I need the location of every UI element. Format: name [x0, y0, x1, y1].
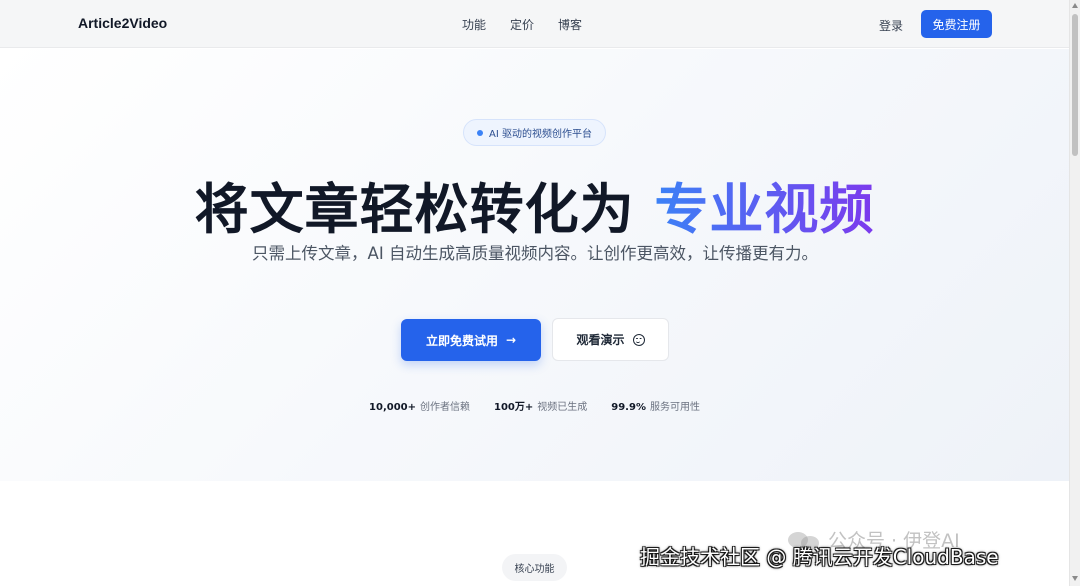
- page: Article2Video 功能 定价 博客 登录 免费注册 AI 驱动的视频创…: [0, 0, 1080, 586]
- free-trial-button[interactable]: 立即免费试用 →: [401, 319, 541, 361]
- hero-subtitle: 只需上传文章，AI 自动生成高质量视频内容。让创作更高效，让传播更有力。: [252, 244, 818, 263]
- nav-links: 功能 定价 博客: [462, 16, 582, 33]
- stat-value: 99.9%: [611, 402, 646, 413]
- watch-demo-button[interactable]: 观看演示: [552, 318, 669, 361]
- nav-link-features[interactable]: 功能: [462, 16, 486, 33]
- login-link[interactable]: 登录: [879, 17, 903, 34]
- watermark-juejin: 掘金技术社区 @ 腾讯云开发CloudBase: [640, 545, 999, 569]
- stat-value: 10,000+: [369, 402, 416, 413]
- stat-uptime: 99.9% 服务可用性: [611, 398, 700, 413]
- arrow-right-icon: →: [505, 333, 517, 347]
- scroll-up-icon[interactable]: [1072, 3, 1078, 8]
- free-trial-label: 立即免费试用: [425, 333, 498, 348]
- hero-badge-text: AI 驱动的视频创作平台: [489, 129, 592, 140]
- brand-logo[interactable]: Article2Video: [78, 15, 167, 31]
- hero-section: AI 驱动的视频创作平台 将文章轻松转化为 专业视频 只需上传文章，AI 自动生…: [0, 49, 1069, 481]
- stat-label: 创作者信赖: [420, 402, 470, 413]
- scroll-down-icon[interactable]: [1072, 576, 1078, 581]
- headline-main: 将文章轻松转化为: [194, 178, 655, 241]
- features-badge: 核心功能: [502, 554, 567, 581]
- hero-headline: 将文章轻松转化为 专业视频: [0, 165, 1069, 244]
- stat-videos: 100万+ 视频已生成: [494, 398, 587, 413]
- watch-demo-label: 观看演示: [576, 333, 625, 347]
- stat-value: 100万+: [494, 402, 534, 413]
- nav-link-blog[interactable]: 博客: [558, 16, 582, 33]
- stat-label: 服务可用性: [649, 402, 700, 413]
- top-nav: Article2Video 功能 定价 博客 登录 免费注册: [0, 0, 1069, 48]
- badge-dot-icon: [477, 129, 484, 136]
- stat-creators: 10,000+ 创作者信赖: [369, 398, 470, 413]
- signup-button[interactable]: 免费注册: [921, 10, 992, 38]
- page-scrollbar[interactable]: [1069, 0, 1080, 586]
- scroll-thumb[interactable]: [1072, 14, 1078, 156]
- smile-icon: [632, 333, 645, 346]
- hero-badge: AI 驱动的视频创作平台: [463, 119, 606, 146]
- hero-stats: 10,000+ 创作者信赖 100万+ 视频已生成 99.9% 服务可用性: [0, 398, 1069, 413]
- stat-label: 视频已生成: [537, 402, 588, 413]
- nav-link-pricing[interactable]: 定价: [510, 16, 534, 33]
- headline-accent: 专业视频: [654, 178, 875, 241]
